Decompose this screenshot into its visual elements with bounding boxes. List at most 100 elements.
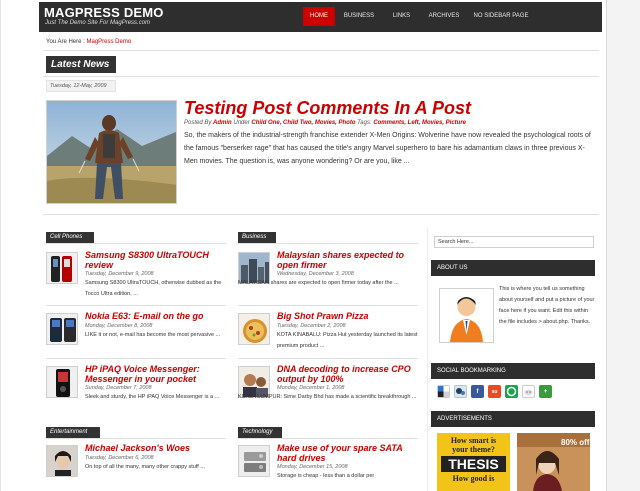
site-title[interactable]: MAGPRESS DEMO	[44, 5, 164, 20]
nav-business[interactable]: BUSINESS	[335, 7, 383, 26]
site-header: MAGPRESS DEMO Just The Demo Site For Mag…	[39, 2, 602, 32]
site-tagline: Just The Demo Site For MagPress.com	[45, 20, 151, 26]
meta-under: Under	[233, 120, 250, 126]
divider	[43, 76, 599, 77]
post-date: Tuesday, December 9, 2008	[85, 271, 154, 277]
facebook-icon[interactable]: f	[471, 385, 484, 398]
post-title[interactable]: Big Shot Prawn Pizza	[277, 311, 417, 321]
post-date: Monday, December 1, 2008	[277, 385, 345, 391]
post-title[interactable]: HP iPAQ Voice Messenger: Messenger in yo…	[85, 364, 225, 384]
feature-excerpt: So, the makers of the industrial-strengt…	[184, 132, 591, 165]
breadcrumb-prefix: You Are Here :	[46, 39, 85, 45]
feature-post-title[interactable]: Testing Post Comments In A Post	[184, 98, 471, 119]
ad-line-2: your theme?	[452, 445, 495, 454]
post-excerpt: KUALA LUMPUR: Sime Darby Bhd has made a …	[238, 394, 417, 400]
nav-no-sidebar-page[interactable]: NO SIDEBAR PAGE	[468, 7, 534, 26]
category-technology[interactable]: Technology	[238, 427, 282, 438]
post-excerpt: On top of all the many, many other crapp…	[85, 464, 205, 470]
post-date: Monday, December 8, 2008	[85, 323, 153, 329]
list-item: Big Shot Prawn Pizza Tuesday, December 2…	[238, 311, 418, 358]
feature-meta: Posted By Admin Under Child One, Child T…	[184, 120, 594, 126]
social-icons: f su +	[437, 385, 552, 398]
main-nav: HOME BUSINESS LINKS ARCHIVES NO SIDEBAR …	[303, 7, 534, 26]
divider	[238, 305, 418, 306]
post-thumbnail[interactable]	[46, 313, 78, 345]
list-item: DNA decoding to increase CPO output by 1…	[238, 364, 418, 418]
post-excerpt: KOTA KINABALU: Pizza Hut yesterday launc…	[277, 332, 418, 349]
list-item: Michael Jackson's Woes Tuesday, December…	[46, 443, 226, 491]
stumbleupon-icon[interactable]: su	[488, 385, 501, 398]
post-excerpt: MALAYSIAN shares are expected to open fi…	[238, 280, 399, 286]
search-input[interactable]	[434, 236, 594, 248]
divider	[43, 50, 599, 51]
post-excerpt: Storage is cheap - less than a dollar pe…	[277, 473, 375, 479]
latest-news-heading: Latest News	[46, 56, 116, 73]
browser-frame-edge	[606, 0, 640, 491]
share-icon[interactable]: +	[539, 385, 552, 398]
page: MAGPRESS DEMO Just The Demo Site For Mag…	[0, 0, 640, 491]
meta-author-link[interactable]: Admin	[213, 120, 232, 126]
post-thumbnail[interactable]	[46, 366, 78, 398]
post-thumbnail[interactable]	[46, 252, 78, 284]
sidebar-divider	[427, 228, 428, 491]
post-date: Monday, December 15, 2008	[277, 464, 348, 470]
category-entertainment[interactable]: Entertainment	[46, 427, 100, 438]
list-item: HP iPAQ Voice Messenger: Messenger in yo…	[46, 364, 226, 418]
ad-discount-text: 80% off	[561, 438, 590, 447]
social-bookmarking-heading: SOCIAL BOOKMARKING	[431, 363, 595, 379]
about-text: This is where you tell us something abou…	[499, 286, 595, 325]
delicious-icon[interactable]	[437, 385, 450, 398]
photo-ad-banner[interactable]: 80% off	[517, 433, 590, 491]
meta-categories-links[interactable]: Child One, Child Two, Movies, Photo	[251, 120, 355, 126]
nav-home[interactable]: HOME	[303, 7, 335, 26]
post-title[interactable]: Samsung S8300 UltraTOUCH review	[85, 250, 225, 270]
post-thumbnail[interactable]	[238, 313, 270, 345]
meta-tags-links[interactable]: Comments, Left, Movies, Picture	[373, 120, 466, 126]
technorati-icon[interactable]	[505, 385, 518, 398]
post-date: Tuesday, December 6, 2008	[85, 455, 154, 461]
divider	[238, 438, 418, 439]
breadcrumb-link[interactable]: MagPress Demo	[86, 39, 131, 45]
category-cell-phones[interactable]: Cell Phones	[46, 232, 94, 243]
post-date: Tuesday, December 2, 2008	[277, 323, 346, 329]
nav-archives[interactable]: ARCHIVES	[420, 7, 468, 26]
post-title[interactable]: Malaysian shares expected to open firmer	[277, 250, 417, 270]
reddit-icon[interactable]	[522, 385, 535, 398]
meta-posted-by: Posted By	[184, 120, 212, 126]
list-item: Make use of your spare SATA hard drives …	[238, 443, 418, 491]
meta-tags-label: Tags:	[357, 120, 372, 126]
post-thumbnail[interactable]	[46, 445, 78, 477]
post-title[interactable]: Michael Jackson's Woes	[85, 443, 225, 453]
list-item: Samsung S8300 UltraTOUCH review Tuesday,…	[46, 250, 226, 307]
divider	[46, 358, 226, 359]
feature-image[interactable]	[46, 100, 177, 204]
ad-line-3: How good is	[452, 474, 495, 483]
nav-links[interactable]: LINKS	[383, 7, 420, 26]
post-excerpt: Sleek and sturdy, the HP iPAQ Voice Mess…	[85, 394, 220, 400]
category-business[interactable]: Business	[238, 232, 276, 243]
ad-line-1: How smart is	[450, 436, 497, 445]
advertisements-heading: ADVERTISEMENTS	[431, 411, 595, 427]
post-date: Wednesday, December 3, 2008	[277, 271, 354, 277]
list-item: Nokia E63: E-mail on the go Monday, Dece…	[46, 311, 226, 358]
digg-icon[interactable]	[454, 385, 467, 398]
divider	[238, 243, 418, 244]
post-excerpt: LIKE it or not, e-mail has become the mo…	[85, 332, 221, 338]
thesis-ad-banner[interactable]: How smart is your theme? THESIS How good…	[437, 433, 510, 491]
divider	[46, 243, 226, 244]
feature-date: Tuesday, 12-May, 2009	[46, 80, 116, 92]
post-title[interactable]: DNA decoding to increase CPO output by 1…	[277, 364, 417, 384]
divider	[43, 214, 599, 215]
post-title[interactable]: Make use of your spare SATA hard drives	[277, 443, 417, 463]
divider	[46, 438, 226, 439]
thesis-logo: THESIS	[441, 456, 506, 472]
divider	[46, 305, 226, 306]
post-title[interactable]: Nokia E63: E-mail on the go	[85, 311, 225, 321]
list-item: Malaysian shares expected to open firmer…	[238, 250, 418, 307]
avatar	[439, 288, 494, 343]
about-us-heading: ABOUT US	[431, 260, 595, 276]
post-excerpt: Samsung S8300 UltraTOUCH, otherwise dubb…	[85, 280, 222, 297]
divider	[238, 358, 418, 359]
post-thumbnail[interactable]	[238, 445, 270, 477]
post-date: Sunday, December 7, 2008	[85, 385, 152, 391]
